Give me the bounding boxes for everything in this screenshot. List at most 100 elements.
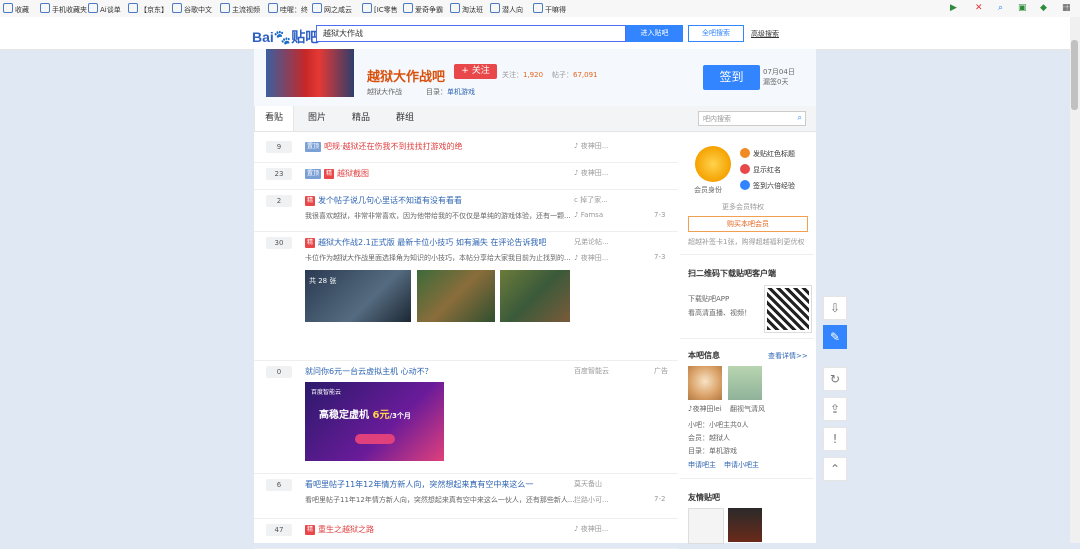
thread-author[interactable]: ♪ 夜神田...	[574, 141, 608, 151]
gallery-image[interactable]	[500, 270, 570, 322]
thread-author[interactable]: ♪ 夜神田...	[574, 524, 608, 534]
bookmark-item[interactable]: [IC零售	[362, 3, 398, 14]
scrollbar-thumb[interactable]	[1071, 40, 1078, 110]
grid-icon[interactable]: ▦	[1062, 3, 1071, 14]
close-tab-icon[interactable]: ✕	[975, 3, 983, 14]
last-replier[interactable]: 拦路小可...	[574, 495, 609, 505]
reply-count: 47	[266, 524, 292, 536]
thread-tag: 置顶	[305, 142, 322, 152]
in-bar-search[interactable]: 吧内搜索 ⌕	[698, 111, 806, 126]
shield-icon[interactable]: ◆	[1040, 3, 1047, 14]
member-name[interactable]: ♪夜神田lei	[688, 404, 722, 414]
apply-owner-link[interactable]: 申请吧主	[688, 460, 716, 470]
thread-tag: 精	[305, 196, 316, 206]
advanced-search-link[interactable]: 高级搜索	[751, 29, 779, 39]
bookmark-item[interactable]: 【京东】	[128, 3, 168, 14]
gallery-image[interactable]	[417, 270, 495, 322]
bookmark-item[interactable]: 网之咸云	[312, 3, 352, 14]
bookmark-item[interactable]: 手机收藏夹	[40, 3, 87, 14]
bookmark-item[interactable]: Ai谈单	[88, 3, 121, 14]
level-label: 会员身份	[694, 186, 722, 194]
bookmark-icon	[312, 3, 322, 13]
info-row: 会员：越狱人	[688, 434, 730, 442]
friend-bar-thumb[interactable]	[688, 508, 724, 544]
thread-author[interactable]: c 掉了家...	[574, 195, 608, 205]
privilege-red-title[interactable]: 发贴红色标题	[740, 148, 795, 159]
bookmark-icon	[450, 3, 460, 13]
privilege-red-name[interactable]: 显示红名	[740, 164, 781, 175]
bookmark-item[interactable]: 主流视频	[220, 3, 260, 14]
share-button[interactable]: ⇪	[823, 397, 847, 421]
last-replier[interactable]: ♪ Famsa	[574, 211, 603, 219]
bookmark-item[interactable]: 谷歌中文	[172, 3, 212, 14]
bookmark-item[interactable]: 淘汰班	[450, 3, 483, 14]
all-search-button[interactable]: 全吧搜索	[688, 25, 744, 42]
gallery-image[interactable]: 共 28 张	[305, 270, 411, 322]
thread-time: 广告	[654, 367, 668, 375]
bar-title[interactable]: 越狱大作战吧	[367, 66, 445, 85]
tab-groups[interactable]: 群组	[386, 106, 424, 131]
bar-directory: 目录：单机游戏	[426, 88, 475, 96]
ad-banner[interactable]: 百度智能云 高稳定虚机 6元/3个月	[305, 382, 444, 461]
thread-row[interactable]: 47 精重生之越狱之路 ♪ 夜神田...	[254, 518, 678, 549]
tab-posts[interactable]: 看贴	[254, 106, 295, 131]
bar-info-link[interactable]: 查看详情>>	[768, 351, 808, 361]
follow-button[interactable]: + 关注	[454, 64, 497, 79]
member-name[interactable]: 翻视气清风	[730, 404, 765, 414]
thread-title[interactable]: 精越狱大作战2.1正式版 最新卡位小技巧 如有漏失 在评论告诉我吧	[305, 237, 546, 248]
download-app-button[interactable]: ⇩	[823, 296, 847, 320]
last-replier[interactable]: ♪ 夜神田...	[574, 253, 608, 263]
search-input[interactable]: 越狱大作战	[316, 25, 626, 42]
member-avatar[interactable]	[688, 366, 722, 400]
thread-title[interactable]: 就问你6元一台云虚拟主机 心动不？	[305, 366, 433, 377]
game-icon[interactable]: ▣	[1018, 3, 1027, 14]
new-post-button[interactable]: ✎	[823, 325, 847, 349]
tab-pictures[interactable]: 图片	[298, 106, 336, 131]
member-avatar[interactable]	[728, 366, 762, 400]
back-to-top-button[interactable]: ⌃	[823, 457, 847, 481]
thread-row[interactable]: 9 置顶 吧规·越狱还在伤我不到找找打游戏的绝 ♪ 夜神田...	[254, 135, 678, 163]
extension-icon[interactable]: ▶	[950, 3, 957, 14]
baidu-tieba-logo[interactable]: Bai🐾贴吧	[252, 27, 319, 47]
buy-member-button[interactable]: 购买本吧会员	[688, 216, 808, 232]
bookmark-icon	[362, 3, 372, 13]
enter-bar-button[interactable]: 进入贴吧	[626, 25, 683, 42]
report-button[interactable]: !	[823, 427, 847, 451]
tab-featured[interactable]: 精品	[342, 106, 380, 131]
bookmark-icon	[3, 3, 13, 13]
thread-title[interactable]: 精重生之越狱之路	[305, 524, 374, 535]
bookmark-item[interactable]: 爱奇争霸	[403, 3, 443, 14]
ad-cta[interactable]	[355, 434, 395, 444]
bookmark-item[interactable]: 哇喔：终	[268, 3, 308, 14]
thread-author[interactable]: ♪ 夜神田...	[574, 168, 608, 178]
thread-row[interactable]: 2 精发个帖子说几句心里话不知道有没有看看 我很喜欢越狱，非常非常喜欢，因为他带给我…	[254, 189, 678, 232]
thread-author[interactable]: 百度智能云	[574, 366, 609, 376]
sign-in-button[interactable]: 签到	[703, 65, 760, 90]
refresh-button[interactable]: ↻	[823, 367, 847, 391]
thread-title[interactable]: 精发个帖子说几句心里话不知道有没有看看	[305, 195, 462, 206]
thread-author[interactable]: 莫天备山	[574, 479, 602, 489]
directory-link[interactable]: 单机游戏	[447, 88, 475, 96]
post-count: 帖子：67,091	[552, 71, 598, 79]
search-icon[interactable]: ⌕	[798, 113, 802, 123]
friend-bar-thumb[interactable]	[728, 508, 762, 542]
thread-title[interactable]: 看吧里帖子11年12年情方新人向，突然想起来真有空中来这么一	[305, 479, 533, 490]
bookmark-item[interactable]: 收藏	[3, 3, 29, 14]
bookmark-icon	[128, 3, 138, 13]
thread-title[interactable]: 置顶 吧规·越狱还在伤我不到找找打游戏的绝	[305, 141, 463, 152]
info-row: 小吧：小吧主共0人	[688, 421, 749, 429]
search-icon[interactable]: ⌕	[998, 3, 1003, 14]
thread-tag: 置顶	[305, 169, 322, 179]
bookmark-item[interactable]: 干嘛得	[533, 3, 566, 14]
thread-title[interactable]: 置顶精越狱截图	[305, 168, 369, 179]
bookmark-item[interactable]: 潜人向	[490, 3, 523, 14]
follow-count: 关注：1,920	[502, 71, 544, 79]
thread-tag: 精	[305, 238, 316, 248]
apply-subowner-link[interactable]: 申请小吧主	[724, 460, 759, 470]
more-privileges-link[interactable]: 更多会员特权	[722, 202, 764, 212]
thread-row[interactable]: 23 置顶精越狱截图 ♪ 夜神田...	[254, 162, 678, 190]
reply-count: 9	[266, 141, 292, 153]
privilege-exp[interactable]: 签到六倍经验	[740, 180, 795, 191]
thread-row[interactable]: 6 看吧里帖子11年12年情方新人向，突然想起来真有空中来这么一 看吧里帖子11年1…	[254, 473, 678, 519]
thread-author[interactable]: 兄弟论帖...	[574, 237, 609, 247]
